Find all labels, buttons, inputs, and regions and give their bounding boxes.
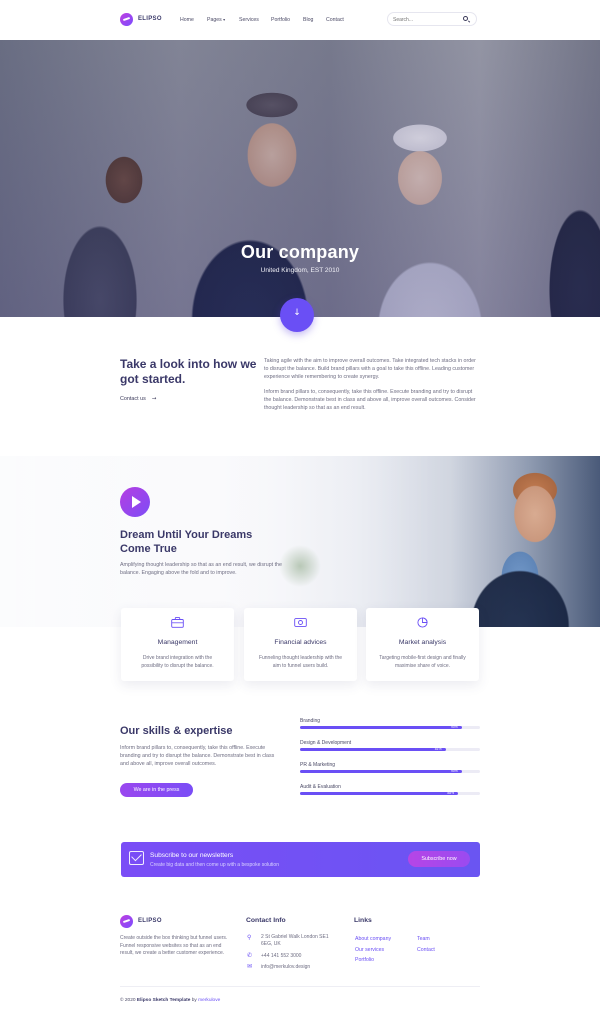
skill-bar: 81%: [300, 747, 480, 751]
subscribe-button[interactable]: Subscribe now: [408, 851, 470, 867]
footer-logo-icon[interactable]: [120, 915, 133, 928]
copyright-year: © 2020: [120, 998, 136, 1003]
brand-name[interactable]: ELIPSO: [138, 16, 162, 22]
about-paragraph-2: Inform brand pillars to, consequently, t…: [264, 389, 476, 411]
contact-us-label: Contact us: [120, 396, 146, 402]
footer-address: 2 St Gabriel Walk London SE1 6EG, UK: [261, 934, 329, 947]
mail-icon: ✉: [247, 963, 253, 970]
skill-bar-fill: [300, 770, 462, 773]
skill-percent: 90%: [451, 725, 458, 729]
nav-blog[interactable]: Blog: [303, 17, 313, 23]
skills-title: Our skills & expertise: [120, 725, 233, 737]
skill-label: Design & Development: [300, 740, 352, 746]
service-title: Market analysis: [398, 639, 447, 646]
skill-bar-fill: [300, 792, 459, 795]
skill-bar-fill: [300, 726, 462, 729]
arrow-right-icon: →: [151, 396, 157, 402]
skill-bar: 90%: [300, 769, 480, 773]
nav-home[interactable]: Home: [180, 17, 194, 23]
footer-link-portfolio[interactable]: Portfolio: [355, 957, 374, 963]
newsletter-subtitle: Create big data and then come up with a …: [150, 862, 279, 868]
scroll-down-button[interactable]: ↓: [280, 298, 314, 332]
footer-email[interactable]: info@merkulov.design: [261, 964, 310, 971]
footer-brand-name[interactable]: ELIPSO: [138, 918, 162, 924]
skill-bar: 88%: [300, 791, 480, 795]
chevron-down-icon: ▾: [223, 17, 226, 22]
service-card-management[interactable]: Management Drive brand integration with …: [121, 608, 234, 681]
dream-text: Amplifying thought leadership so that as…: [120, 562, 282, 576]
newsletter-banner: Subscribe to our newsletters Create big …: [121, 842, 480, 877]
footer-link-about[interactable]: About company: [355, 936, 391, 942]
arrow-down-icon: ↓: [293, 308, 301, 318]
footer-phone[interactable]: +44 141 552 3000: [261, 953, 301, 960]
copyright-product: Elipso Sketch Template: [136, 998, 191, 1003]
skill-percent: 81%: [434, 747, 442, 751]
hero-title: Our company: [240, 242, 360, 262]
skill-label: Branding: [300, 718, 321, 724]
money-icon: [294, 618, 307, 627]
nav-contact[interactable]: Contact: [326, 17, 344, 23]
press-button[interactable]: We are in the press: [120, 783, 193, 797]
service-card-market[interactable]: Market analysis Targeting mobile-first d…: [366, 608, 479, 681]
links-heading: Links: [354, 917, 372, 924]
contact-info-heading: Contact Info: [246, 917, 286, 924]
footer-link-team[interactable]: Team: [417, 936, 430, 942]
copyright-by: by: [191, 998, 197, 1003]
skill-label: Audit & Evaluation: [300, 784, 341, 790]
dream-title: Dream Until Your Dreams Come True: [120, 529, 253, 555]
top-navbar: ELIPSO Home Pages ▾ Services Portfolio B…: [0, 0, 600, 40]
nav-pages[interactable]: Pages ▾: [207, 17, 225, 23]
skill-bar-fill: [300, 748, 446, 751]
logo-icon[interactable]: [120, 13, 133, 26]
search-input[interactable]: [393, 15, 461, 24]
dream-overlay: [0, 456, 600, 627]
service-text: Funneling thought leadership with the ai…: [258, 655, 343, 669]
skill-bar: 90%: [300, 725, 480, 729]
service-title: Management: [157, 639, 198, 646]
footer-link-services[interactable]: Our services: [355, 947, 384, 953]
envelope-icon: [129, 851, 144, 865]
location-pin-icon: ⚲: [247, 934, 252, 941]
footer-divider: [120, 986, 480, 987]
play-video-button[interactable]: [120, 487, 150, 517]
service-card-financial[interactable]: Financial advices Funneling thought lead…: [244, 608, 357, 681]
hero-subtitle: United Kingdom, EST 2010: [260, 267, 340, 274]
contact-us-link[interactable]: Contact us →: [120, 396, 156, 402]
nav-services[interactable]: Services: [239, 17, 259, 23]
skill-percent: 88%: [447, 791, 455, 795]
newsletter-title: Subscribe to our newsletters: [150, 852, 234, 859]
about-paragraph-1: Taking agile with the aim to improve ove…: [264, 358, 476, 380]
briefcase-icon: [171, 617, 184, 628]
about-title: Take a look into how we got started.: [120, 357, 257, 386]
skill-percent: 90%: [451, 769, 458, 773]
search-icon[interactable]: [463, 16, 468, 21]
service-title: Financial advices: [274, 639, 327, 646]
copyright: © 2020 Elipso Sketch Template by merkulo…: [120, 998, 220, 1003]
footer-link-contact[interactable]: Contact: [417, 947, 435, 953]
skills-text: Inform brand pillars to, consequently, t…: [120, 745, 275, 767]
hero-overlay: [0, 40, 600, 317]
nav-portfolio[interactable]: Portfolio: [271, 17, 290, 23]
service-text: Drive brand integration with the possibi…: [141, 655, 214, 669]
service-text: Targeting mobile-first design and finall…: [379, 655, 466, 669]
hero-banner: Our company United Kingdom, EST 2010: [0, 40, 600, 317]
pie-chart-icon: [417, 617, 428, 628]
skill-label: PR & Marketing: [300, 762, 336, 768]
search-box: [387, 12, 477, 26]
copyright-author-link[interactable]: merkulove: [198, 998, 220, 1003]
phone-icon: ✆: [247, 952, 253, 959]
nav-pages-label: Pages: [207, 17, 222, 23]
dream-section-image: [0, 456, 600, 627]
footer-about-text: Create outside the box thinking but funn…: [120, 935, 228, 957]
